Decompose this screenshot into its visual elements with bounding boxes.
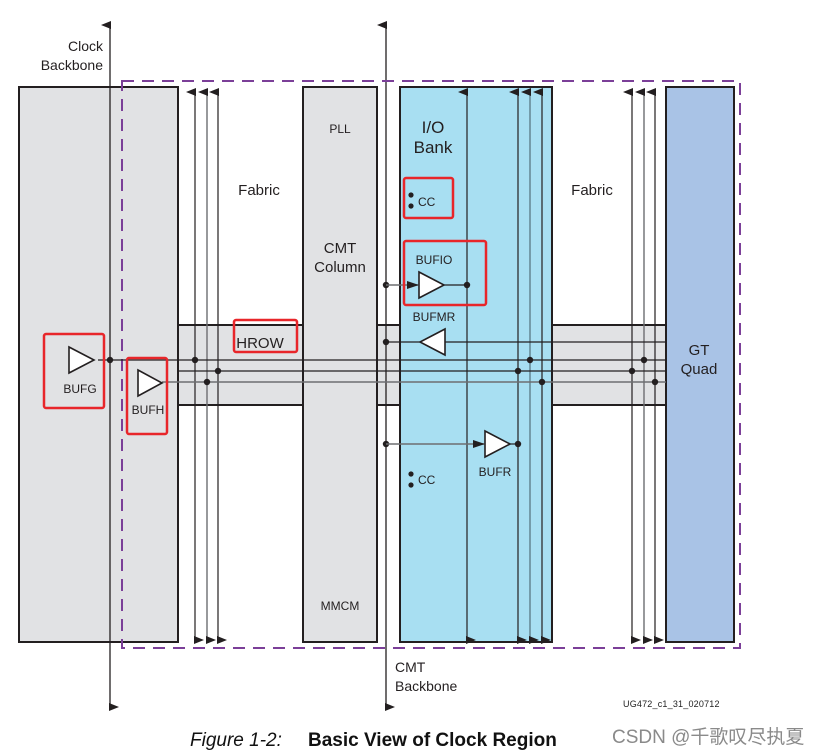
gt-quad-label-1: GT <box>689 342 710 359</box>
cc-top-label: CC <box>418 195 436 209</box>
bufh-label: BUFH <box>132 403 165 417</box>
gt-quad-label-2: Quad <box>681 361 718 378</box>
figure-number: Figure 1-2: <box>190 730 282 751</box>
cc-dot-icon <box>408 482 414 488</box>
bufr-label: BUFR <box>479 465 512 479</box>
fabric-left-label: Fabric <box>238 182 280 199</box>
fabric-right-label: Fabric <box>571 182 613 199</box>
watermark: CSDN @千歌叹尽执夏 <box>612 727 805 748</box>
mmcm-label: MMCM <box>321 599 360 613</box>
clock-backbone-label-1: Clock <box>68 38 104 54</box>
hrow-label: HROW <box>236 335 284 352</box>
cmt-column-label-2: Column <box>314 259 366 276</box>
cc-dot-icon <box>408 192 414 198</box>
figure-title: Basic View of Clock Region <box>308 730 557 751</box>
pll-label: PLL <box>329 122 351 136</box>
cmt-column-label-1: CMT <box>324 240 357 257</box>
bufio-label: BUFIO <box>416 253 453 267</box>
bufg-label: BUFG <box>63 382 96 396</box>
clock-region-diagram: BUFG BUFH BUFIO BUFMR BUFR CC CC PLL CMT… <box>18 21 741 711</box>
figure-id: UG472_c1_31_020712 <box>623 699 720 709</box>
cmt-column <box>302 86 378 643</box>
cc-dot-icon <box>408 203 414 209</box>
io-bank <box>399 86 553 643</box>
clock-backbone-label-2: Backbone <box>41 57 103 73</box>
cmt-backbone-label-2: Backbone <box>395 678 457 694</box>
io-bank-label-1: I/O <box>422 118 445 137</box>
cmt-backbone-label-1: CMT <box>395 659 426 675</box>
cc-bottom-label: CC <box>418 473 436 487</box>
io-bank-label-2: Bank <box>414 138 453 157</box>
cc-dot-icon <box>408 471 414 477</box>
bufmr-label: BUFMR <box>413 310 456 324</box>
